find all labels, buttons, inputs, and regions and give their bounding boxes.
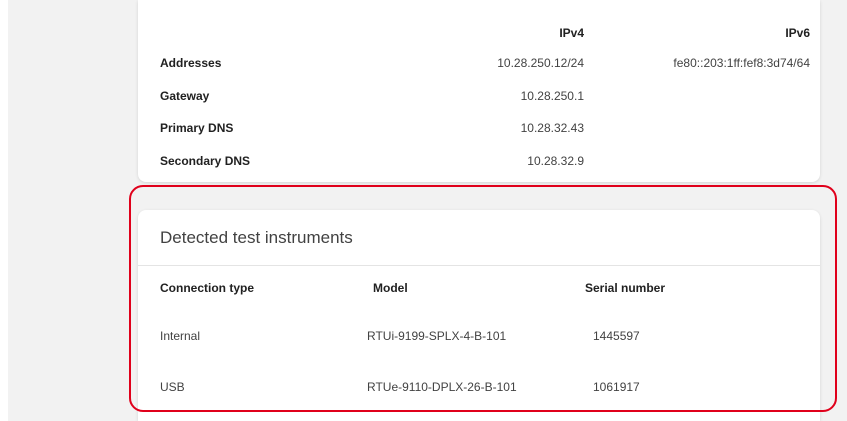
table-row[interactable]: USB RTUe-9110-DPLX-26-B-101 1061917: [138, 367, 820, 407]
network-info-card: IPv4 IPv6 Addresses 10.28.250.12/24 fe80…: [138, 0, 820, 182]
network-row-gateway: Gateway 10.28.250.1: [138, 80, 820, 112]
model-cell: RTUi-9199-SPLX-4-B-101: [367, 329, 507, 343]
instruments-table-header: Connection type Model Serial number: [138, 268, 820, 308]
serial-number-header: Serial number: [585, 281, 666, 295]
row-label: Gateway: [160, 89, 210, 103]
row-label: Primary DNS: [160, 121, 234, 135]
serial-number-cell: 1061917: [593, 380, 640, 394]
ipv6-column-header: IPv6: [785, 26, 810, 40]
divider: [138, 265, 820, 266]
connection-type-cell: Internal: [160, 329, 201, 343]
model-header: Model: [373, 281, 408, 295]
detected-instruments-card: Detected test instruments Connection typ…: [138, 210, 820, 421]
network-row-addresses: Addresses 10.28.250.12/24 fe80::203:1ff:…: [138, 47, 820, 79]
ipv4-value: 10.28.32.9: [527, 154, 584, 168]
network-table-header: IPv4 IPv6: [138, 17, 820, 49]
ipv4-value: 10.28.32.43: [520, 121, 584, 135]
row-label: Secondary DNS: [160, 154, 251, 168]
ipv4-column-header: IPv4: [559, 26, 584, 40]
ipv6-value: fe80::203:1ff:fef8:3d74/64: [673, 56, 810, 70]
network-row-secondary-dns: Secondary DNS 10.28.32.9: [138, 145, 820, 177]
serial-number-cell: 1445597: [593, 329, 640, 343]
row-label: Addresses: [160, 56, 222, 70]
ipv4-value: 10.28.250.12/24: [497, 56, 584, 70]
ipv4-value: 10.28.250.1: [520, 89, 584, 103]
connection-type-header: Connection type: [160, 281, 255, 295]
network-row-primary-dns: Primary DNS 10.28.32.43: [138, 112, 820, 144]
model-cell: RTUe-9110-DPLX-26-B-101: [367, 380, 517, 394]
table-row[interactable]: Internal RTUi-9199-SPLX-4-B-101 1445597: [138, 316, 820, 356]
card-title: Detected test instruments: [160, 228, 353, 247]
connection-type-cell: USB: [160, 380, 185, 394]
left-margin: [0, 0, 8, 421]
